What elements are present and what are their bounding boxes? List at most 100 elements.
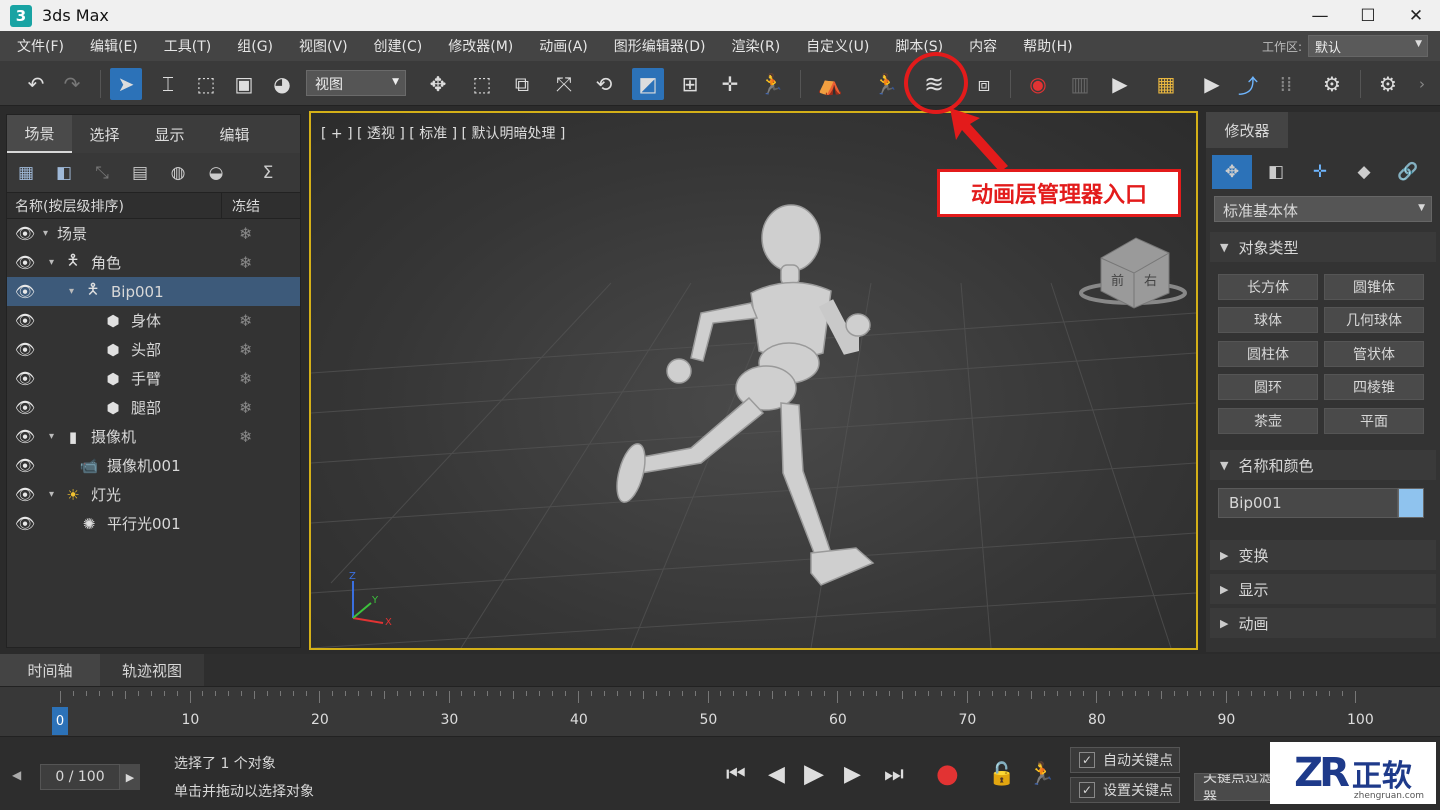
curve-icon[interactable]: ⤴ (1232, 68, 1264, 100)
render-setup-icon[interactable]: ⧈ (968, 68, 1000, 100)
column-name-header[interactable]: 名称(按层级排序) (7, 196, 221, 216)
menu-file[interactable]: 文件(F) (0, 36, 73, 56)
menu-tools[interactable]: 工具(T) (147, 36, 220, 56)
menu-graph-editors[interactable]: 图形编辑器(D) (597, 36, 715, 56)
menu-animation[interactable]: 动画(A) (522, 36, 597, 56)
scale-uniform-icon[interactable]: ⤧ (548, 68, 580, 100)
key-lock-icon[interactable]: 🔓 (988, 762, 1015, 787)
object-color-swatch[interactable] (1398, 488, 1424, 518)
explorer-tool-icon[interactable]: ◧ (45, 163, 83, 183)
menu-edit[interactable]: 编辑(E) (73, 36, 147, 56)
eye-icon[interactable]: 👁 (7, 340, 43, 359)
explorer-tool-icon[interactable]: ⤡ (83, 163, 121, 183)
go-to-end-icon[interactable]: ⏭ (884, 762, 904, 787)
next-frame-icon[interactable]: ▶ (120, 764, 140, 790)
tree-row[interactable]: 👁 ▾ 🯅 角色 ❄ (7, 248, 300, 277)
viewport-label[interactable]: [ + ] [ 透视 ] [ 标准 ] [ 默认明暗处理 ] (321, 123, 565, 143)
time-slider[interactable]: 0 (52, 707, 68, 735)
category-dropdown[interactable]: 标准基本体 (1214, 196, 1432, 222)
menu-modifiers[interactable]: 修改器(M) (431, 36, 522, 56)
settings-gear-icon[interactable]: ⚙ (1372, 68, 1404, 100)
next-key-icon[interactable]: ▶ (844, 762, 861, 787)
collapse-icon[interactable]: ▾ (43, 228, 57, 239)
object-button[interactable]: 球体 (1218, 307, 1318, 333)
menu-help[interactable]: 帮助(H) (1006, 36, 1081, 56)
view-cube-front[interactable]: 前 (1111, 273, 1124, 289)
close-button[interactable]: ✕ (1392, 0, 1440, 31)
snowflake-icon[interactable]: ❄ (239, 224, 252, 243)
grid-icon[interactable]: ⁞⁞ (1270, 68, 1302, 100)
section-name-color[interactable]: ▼ 名称和颜色 (1210, 450, 1436, 480)
schematic-view-icon[interactable]: ⛺ (814, 68, 846, 100)
snap-icon[interactable]: ⊞ (674, 68, 706, 100)
tree-row[interactable]: 👁 ▾ ▮ 摄像机 ❄ (7, 422, 300, 451)
object-button[interactable]: 圆锥体 (1324, 274, 1424, 300)
record-icon[interactable]: ◉ (1022, 68, 1054, 100)
chevron-right-icon[interactable]: › (1406, 68, 1438, 100)
tab-edit[interactable]: 编辑 (202, 115, 267, 153)
window-crossing-icon[interactable]: ▣ (228, 68, 260, 100)
object-button[interactable]: 圆环 (1218, 374, 1318, 400)
create-move-icon[interactable]: ✥ (1212, 155, 1252, 189)
collapse-icon[interactable]: ▾ (69, 286, 83, 297)
menu-rendering[interactable]: 渲染(R) (715, 36, 790, 56)
eye-icon[interactable]: 👁 (7, 398, 43, 417)
time-slider-track[interactable]: 0 10 20 30 40 50 60 70 80 90 100 (0, 686, 1440, 736)
scale-icon[interactable]: ⧉ (506, 68, 538, 100)
go-to-start-icon[interactable]: ⏮ (726, 762, 746, 787)
snowflake-icon[interactable]: ❄ (239, 427, 252, 446)
column-freeze-header[interactable]: 冻结 (221, 193, 260, 218)
eye-icon[interactable]: 👁 (7, 427, 43, 446)
tree-row[interactable]: 👁 ⬢ 头部 ❄ (7, 335, 300, 364)
snowflake-icon[interactable]: ❄ (239, 398, 252, 417)
eye-icon[interactable]: 👁 (7, 369, 43, 388)
play-icon[interactable]: ▶ (804, 759, 824, 789)
modify-icon[interactable]: ◧ (1256, 155, 1296, 189)
selection-filter-icon[interactable]: ◕ (266, 68, 298, 100)
eye-icon[interactable]: 👁 (7, 311, 43, 330)
object-button[interactable]: 茶壶 (1218, 408, 1318, 434)
tab-display[interactable]: 显示 (137, 115, 202, 153)
object-name-field[interactable]: Bip001 (1218, 488, 1398, 518)
collapse-icon[interactable]: ▾ (49, 257, 63, 268)
object-button[interactable]: 圆柱体 (1218, 341, 1318, 367)
object-button[interactable]: 长方体 (1218, 274, 1318, 300)
eye-icon[interactable]: 👁 (7, 282, 43, 301)
eye-icon[interactable]: 👁 (7, 514, 43, 533)
menu-group[interactable]: 组(G) (220, 36, 282, 56)
tree-row[interactable]: 👁 📹 摄像机001 (7, 451, 300, 480)
eye-icon[interactable]: 👁 (7, 485, 43, 504)
angle-snap-icon[interactable]: ✛ (714, 68, 746, 100)
hierarchy-icon[interactable]: ✛ (1300, 155, 1340, 189)
prev-key-icon[interactable]: ◀ (768, 762, 785, 787)
view-cube[interactable]: 前 右 (1079, 237, 1187, 309)
object-button[interactable]: 平面 (1324, 408, 1424, 434)
tree-row[interactable]: 👁 ▾ 🯅 Bip001 (7, 277, 300, 306)
section-animation[interactable]: ▶ 动画 (1210, 608, 1436, 638)
view-dropdown[interactable]: 视图 (306, 70, 406, 96)
collapse-icon[interactable]: ▾ (49, 489, 63, 500)
tree-row[interactable]: 👁 ▾ 场景 ❄ (7, 219, 300, 248)
warning-layer-icon[interactable]: ▦ (1150, 68, 1182, 100)
rotate-icon[interactable]: ⟲ (588, 68, 620, 100)
object-button[interactable]: 管状体 (1324, 341, 1424, 367)
select-object-icon[interactable]: ➤ (110, 68, 142, 100)
menu-content[interactable]: 内容 (952, 36, 1006, 56)
chart-icon[interactable]: ▥ (1064, 68, 1096, 100)
tab-track-view[interactable]: 轨迹视图 (100, 654, 204, 686)
link-icon[interactable]: 🔗 (1388, 155, 1428, 189)
play-icon[interactable]: ▶ (1104, 68, 1136, 100)
section-transform[interactable]: ▶ 变换 (1210, 540, 1436, 570)
play-forward-icon[interactable]: ▶ (1196, 68, 1228, 100)
set-key-checkbox[interactable]: ✓ 设置关键点 (1070, 777, 1180, 803)
undo-icon[interactable]: ↶ (20, 68, 52, 100)
snowflake-icon[interactable]: ❄ (239, 340, 252, 359)
select-by-name-icon[interactable]: ⌶ (152, 68, 184, 100)
minimize-button[interactable]: — (1296, 0, 1344, 31)
gear-icon[interactable]: ⚙ (1316, 68, 1348, 100)
section-display[interactable]: ▶ 显示 (1210, 574, 1436, 604)
tree-row[interactable]: 👁 ⬢ 身体 ❄ (7, 306, 300, 335)
explorer-tool-icon[interactable]: ◍ (159, 163, 197, 183)
redo-icon[interactable]: ↷ (56, 68, 88, 100)
move-icon[interactable]: ✥ (422, 68, 454, 100)
